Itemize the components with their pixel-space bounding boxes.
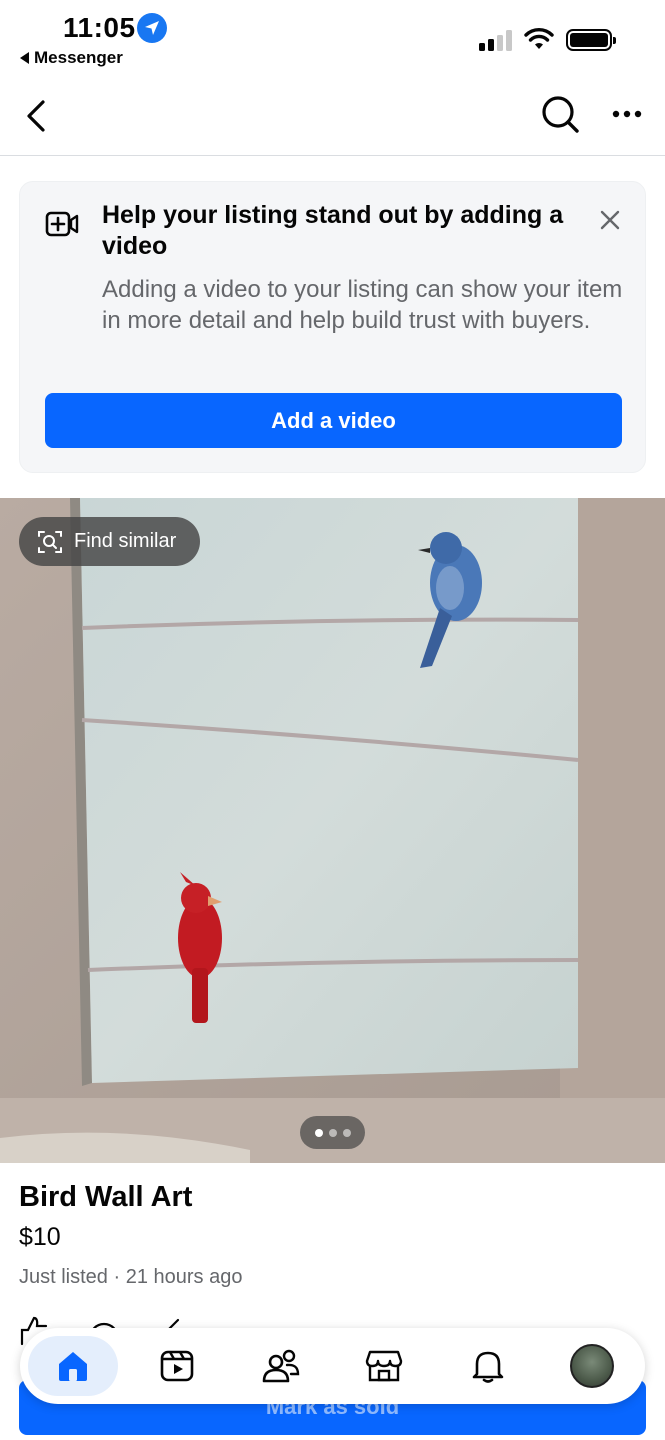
listing-photo: [0, 498, 665, 1163]
tab-notifications[interactable]: [443, 1336, 533, 1396]
chevron-left-icon[interactable]: [22, 96, 52, 136]
visual-search-icon: [38, 530, 62, 553]
video-icon: [160, 1350, 194, 1382]
listing-photo-carousel[interactable]: Find similar: [0, 498, 665, 1163]
add-video-button[interactable]: Add a video: [45, 393, 622, 448]
listing-price: $10: [19, 1223, 61, 1251]
avatar: [569, 1344, 614, 1388]
find-similar-label: Find similar: [74, 530, 177, 552]
friends-icon: [262, 1349, 299, 1383]
top-nav-bar: [0, 76, 665, 156]
back-to-messenger-link[interactable]: Messenger: [20, 48, 123, 68]
listing-title: Bird Wall Art: [19, 1181, 193, 1213]
bottom-tab-bar: [20, 1328, 645, 1404]
carousel-page-indicator: [300, 1116, 365, 1149]
promo-title: Help your listing stand out by adding a …: [102, 201, 564, 260]
battery-icon: [566, 29, 616, 51]
add-video-promo-card: Help your listing stand out by adding a …: [19, 181, 646, 473]
promo-description: Adding a video to your listing can show …: [102, 276, 623, 334]
back-triangle-icon: [20, 52, 29, 64]
add-video-icon: [45, 211, 79, 237]
status-time: 11:05: [63, 12, 136, 43]
cellular-signal-icon: [479, 29, 512, 51]
marketplace-icon: [366, 1350, 403, 1382]
tab-profile[interactable]: [547, 1336, 637, 1396]
find-similar-button[interactable]: Find similar: [19, 517, 200, 566]
bell-icon: [472, 1351, 504, 1383]
tab-marketplace[interactable]: [339, 1336, 429, 1396]
page-dot: [328, 1128, 337, 1137]
page-dot: [342, 1128, 351, 1137]
page-dot: [314, 1128, 323, 1137]
location-icon: [137, 13, 167, 43]
tab-friends[interactable]: [236, 1336, 326, 1396]
wifi-icon: [524, 28, 554, 49]
more-horizontal-icon[interactable]: [608, 102, 648, 126]
tab-video[interactable]: [132, 1336, 222, 1396]
status-bar: 11:05 Messenger: [0, 0, 665, 76]
home-icon: [59, 1352, 87, 1381]
close-icon[interactable]: [598, 208, 622, 232]
listing-meta: Just listed · 21 hours ago: [19, 1266, 243, 1288]
tab-home[interactable]: [28, 1336, 118, 1396]
search-icon[interactable]: [540, 94, 580, 134]
back-app-label: Messenger: [34, 48, 123, 67]
